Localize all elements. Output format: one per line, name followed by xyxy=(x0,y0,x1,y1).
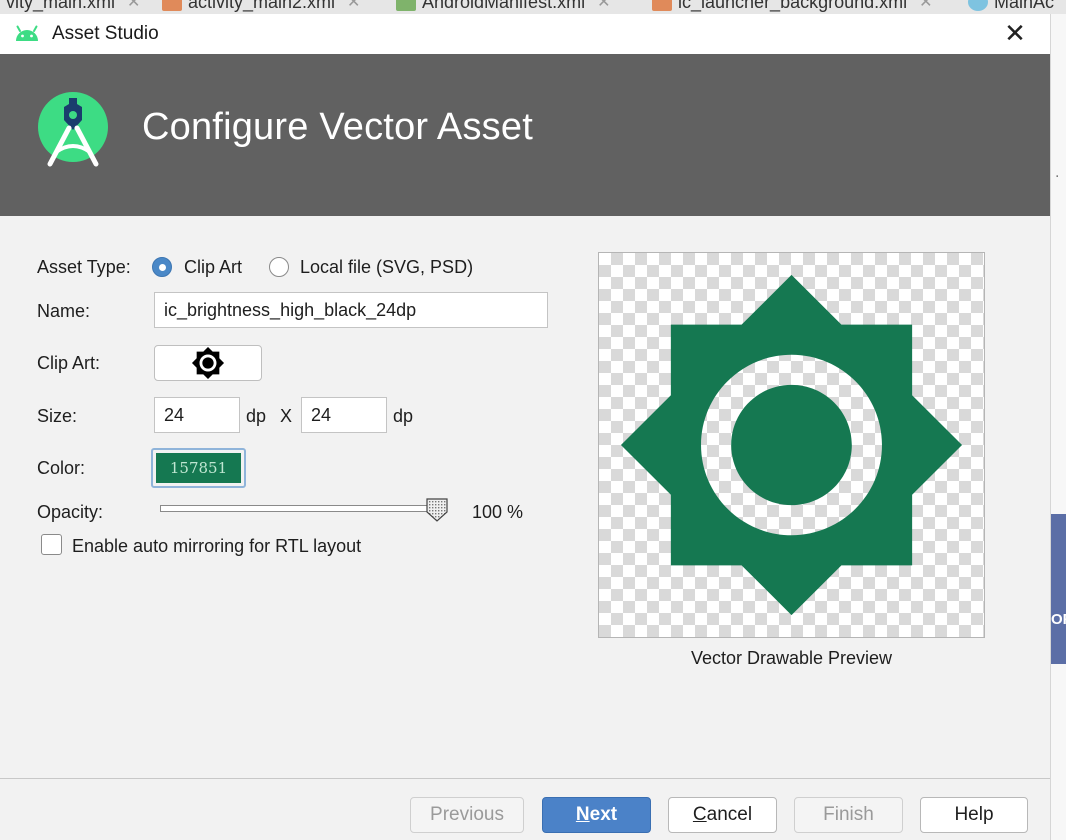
name-input[interactable]: ic_brightness_high_black_24dp xyxy=(154,292,548,328)
rtl-mirroring-checkbox[interactable] xyxy=(41,534,62,555)
brightness-high-icon xyxy=(191,346,225,380)
ide-tab[interactable]: vity_main.xml ✕ xyxy=(6,0,140,13)
close-icon[interactable]: ✕ xyxy=(127,0,140,12)
ide-tab[interactable]: AndroidManifest.xml ✕ xyxy=(396,0,610,13)
clip-art-button[interactable] xyxy=(154,345,262,381)
ide-background-button[interactable]: OR xyxy=(1051,514,1066,664)
opacity-slider-track[interactable] xyxy=(160,505,434,512)
xml-file-icon xyxy=(162,0,182,11)
ide-tab-label: ic_launcher_background.xml xyxy=(678,0,908,12)
cancel-mnemonic: C xyxy=(692,804,707,825)
header-banner: Configure Vector Asset xyxy=(0,54,1050,216)
ellipsis-icon: . xyxy=(1055,164,1060,181)
page-title: Configure Vector Asset xyxy=(142,106,533,148)
rtl-mirroring-label[interactable]: Enable auto mirroring for RTL layout xyxy=(72,536,361,557)
size-width-unit: dp xyxy=(246,406,267,426)
vector-drawable-preview xyxy=(598,252,985,638)
ide-tab-label: activity_main2.xml xyxy=(188,0,336,12)
divider xyxy=(0,778,1050,779)
opacity-label: Opacity: xyxy=(37,502,104,522)
close-icon[interactable]: ✕ xyxy=(597,0,610,12)
help-button[interactable]: Help xyxy=(920,797,1028,833)
cancel-button[interactable]: Cancel xyxy=(668,797,777,833)
color-label: Color: xyxy=(37,458,86,478)
clip-art-radio[interactable] xyxy=(152,257,172,277)
android-icon xyxy=(16,25,38,41)
size-height-input[interactable]: 24 xyxy=(301,397,387,433)
android-studio-logo-icon xyxy=(38,92,108,167)
cancel-label-rest: ancel xyxy=(706,804,753,825)
class-file-icon xyxy=(968,0,988,11)
preview-caption: Vector Drawable Preview xyxy=(690,648,893,668)
ide-tab[interactable]: activity_main2.xml ✕ xyxy=(162,0,360,13)
xml-file-icon xyxy=(652,0,672,11)
close-icon[interactable]: ✕ xyxy=(347,0,360,12)
local-file-radio[interactable] xyxy=(269,257,289,277)
ide-background-text: OR xyxy=(1051,611,1066,628)
color-swatch: 157851 xyxy=(156,453,241,483)
previous-button[interactable]: Previous xyxy=(410,797,524,833)
brightness-high-icon xyxy=(620,274,963,616)
size-label: Size: xyxy=(37,406,78,426)
ide-tab-strip: vity_main.xml ✕ activity_main2.xml ✕ And… xyxy=(0,0,1066,15)
ide-tab-label: vity_main.xml xyxy=(6,0,116,12)
opacity-value: 100 % xyxy=(472,502,524,522)
color-picker-button[interactable]: 157851 xyxy=(151,448,246,488)
size-separator: X xyxy=(280,406,293,426)
ide-tab[interactable]: MainAc xyxy=(968,0,1054,13)
manifest-file-icon xyxy=(396,0,416,11)
finish-button[interactable]: Finish xyxy=(794,797,903,833)
opacity-slider-thumb[interactable] xyxy=(426,498,448,522)
ide-tab[interactable]: ic_launcher_background.xml ✕ xyxy=(652,0,933,13)
dialog-title: Asset Studio xyxy=(52,23,159,44)
next-button[interactable]: Next xyxy=(542,797,651,833)
size-width-input[interactable]: 24 xyxy=(154,397,240,433)
clip-art-label: Clip Art: xyxy=(37,353,101,373)
size-height-unit: dp xyxy=(393,406,414,426)
ide-tab-label: AndroidManifest.xml xyxy=(422,0,586,12)
close-icon[interactable]: ✕ xyxy=(1000,18,1030,48)
next-mnemonic: N xyxy=(575,804,590,825)
name-label: Name: xyxy=(37,301,91,321)
ide-background-panel: . OR xyxy=(1050,14,1066,840)
dialog-titlebar[interactable]: Asset Studio ✕ xyxy=(0,14,1050,54)
asset-studio-dialog: Asset Studio ✕ Configure Vector Asset As… xyxy=(0,14,1050,840)
close-icon[interactable]: ✕ xyxy=(919,0,932,12)
asset-type-label: Asset Type: xyxy=(37,257,131,277)
next-label-rest: ext xyxy=(589,804,618,825)
ide-tab-label: MainAc xyxy=(994,0,1055,12)
clip-art-radio-label[interactable]: Clip Art xyxy=(184,257,242,278)
local-file-radio-label[interactable]: Local file (SVG, PSD) xyxy=(300,257,473,278)
